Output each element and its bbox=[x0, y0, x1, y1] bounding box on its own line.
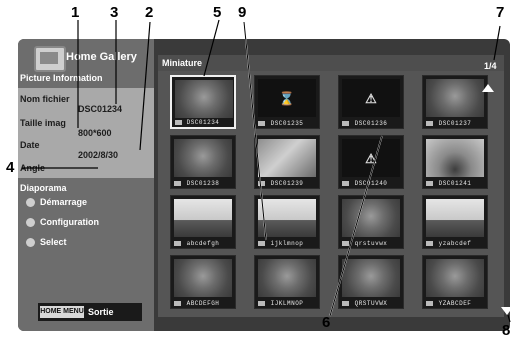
leader-8 bbox=[507, 314, 511, 323]
callout-2: 2 bbox=[145, 4, 154, 21]
callout-8: 8 bbox=[502, 322, 511, 339]
leader-7 bbox=[493, 25, 501, 61]
leader-2 bbox=[139, 21, 151, 151]
callout-leaders bbox=[22, 19, 511, 323]
callout-5: 5 bbox=[213, 4, 222, 21]
callout-9: 9 bbox=[238, 4, 247, 21]
callout-3: 3 bbox=[110, 4, 119, 21]
leader-6 bbox=[329, 135, 383, 317]
callout-7: 7 bbox=[496, 4, 505, 21]
leader-9 bbox=[243, 21, 267, 241]
callout-6: 6 bbox=[322, 314, 331, 331]
leader-5 bbox=[203, 19, 220, 77]
callout-4: 4 bbox=[6, 159, 15, 176]
callout-1: 1 bbox=[71, 4, 80, 21]
